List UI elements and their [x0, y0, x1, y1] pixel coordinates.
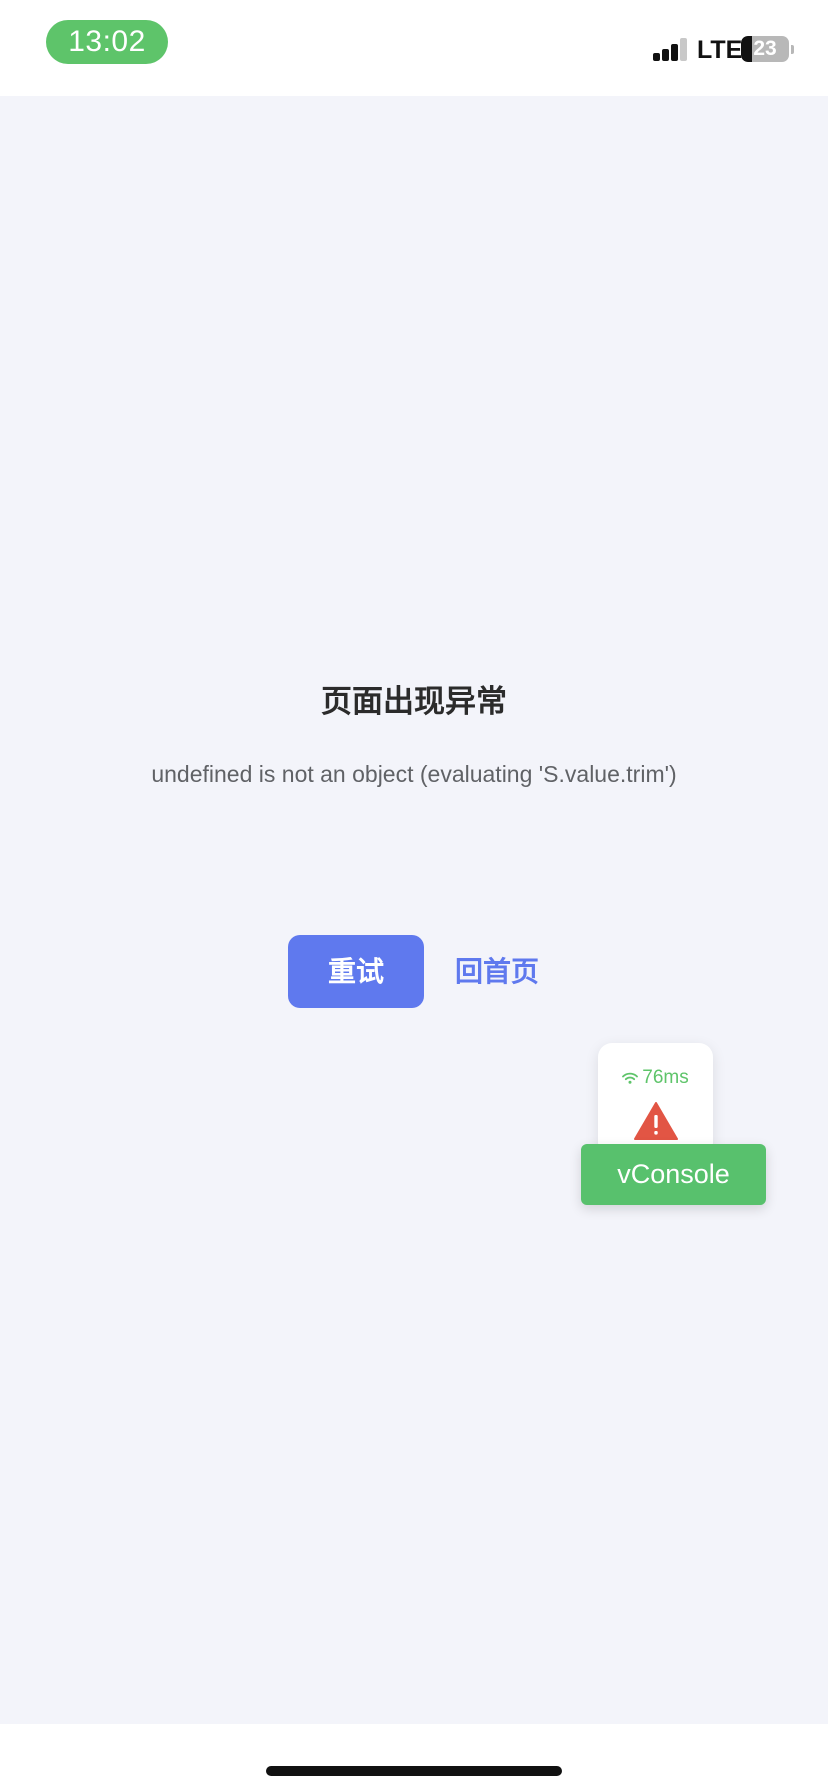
battery-level: 23 — [753, 37, 777, 60]
wifi-icon — [622, 1072, 639, 1084]
vconsole-latency-value: 76ms — [642, 1067, 689, 1088]
back-to-home-link[interactable]: 回首页 — [455, 935, 539, 1008]
error-page — [0, 96, 828, 1724]
error-message: undefined is not an object (evaluating '… — [151, 761, 677, 787]
status-bar: 13:02 LTE 23 — [0, 0, 828, 96]
warning-icon — [634, 1102, 678, 1140]
network-type-label: LTE — [697, 36, 743, 64]
status-time: 13:02 — [46, 20, 168, 64]
error-title: 页面出现异常 — [321, 684, 507, 719]
signal-bar — [680, 38, 687, 61]
vconsole-latency: 76ms — [598, 1066, 713, 1090]
home-indicator[interactable] — [266, 1766, 562, 1776]
battery-icon: 23 — [741, 36, 789, 62]
phone-screen: 13:02 LTE 23 页面出现异常 undefined is not an … — [0, 0, 828, 1792]
bottom-safe-area — [0, 1724, 828, 1792]
vconsole-network-badge[interactable]: 76ms — [598, 1043, 713, 1156]
signal-bar — [653, 53, 660, 61]
signal-bar — [671, 44, 678, 61]
retry-button[interactable]: 重试 — [288, 935, 424, 1008]
battery-tip — [791, 45, 794, 54]
vconsole-toggle-button[interactable]: vConsole — [581, 1144, 766, 1205]
signal-bar — [662, 49, 669, 61]
signal-strength-icon — [653, 37, 689, 61]
